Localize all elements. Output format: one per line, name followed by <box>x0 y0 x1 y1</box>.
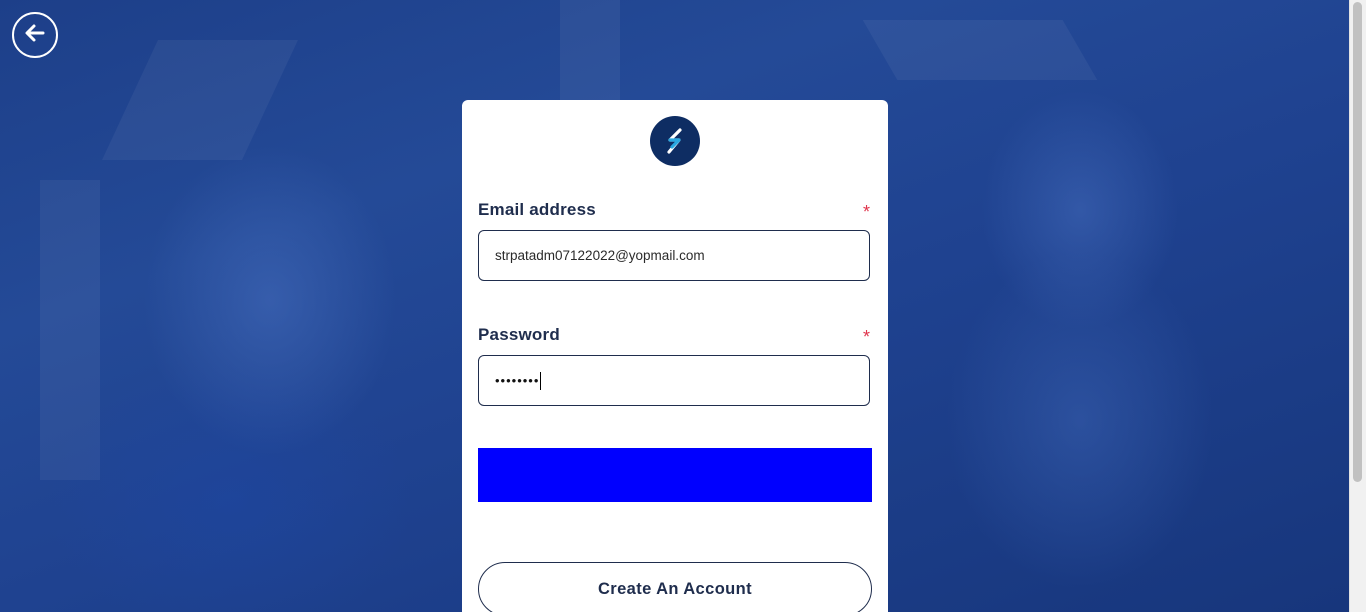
password-field[interactable]: •••••••• <box>478 355 870 406</box>
text-caret <box>540 371 542 390</box>
email-field[interactable]: strpatadm07122022@yopmail.com <box>478 230 870 281</box>
sign-in-button[interactable] <box>478 448 872 502</box>
email-required-mark: * <box>862 202 870 222</box>
email-value: strpatadm07122022@yopmail.com <box>495 248 705 263</box>
password-required-mark: * <box>862 327 870 347</box>
email-label: Email address <box>478 200 596 219</box>
back-button[interactable] <box>12 12 58 58</box>
scrollbar-thumb[interactable] <box>1353 2 1362 482</box>
password-label: Password <box>478 325 560 344</box>
arrow-left-icon <box>22 20 48 51</box>
brand-logo-icon <box>650 116 700 166</box>
login-page: Email address * strpatadm07122022@yopmai… <box>0 0 1366 612</box>
password-masked-value: •••••••• <box>495 373 540 388</box>
page-scrollbar[interactable] <box>1349 0 1366 612</box>
signin-card: Email address * strpatadm07122022@yopmai… <box>462 100 888 612</box>
create-account-button[interactable]: Create An Account <box>478 562 872 612</box>
create-account-label: Create An Account <box>597 579 753 598</box>
